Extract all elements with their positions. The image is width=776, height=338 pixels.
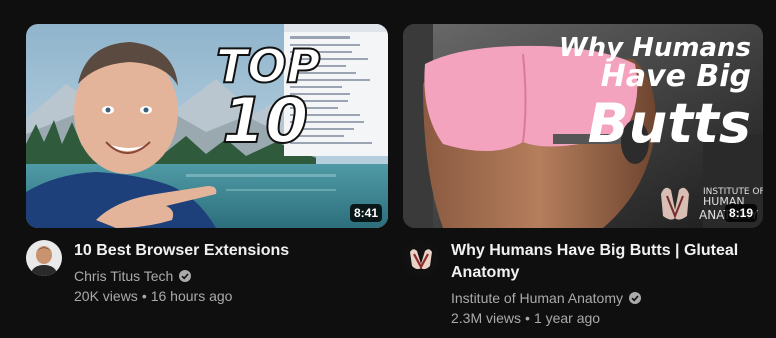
thumbnail-image: TOP 10 — [26, 24, 388, 228]
thumbnail-line-3: Butts — [588, 92, 751, 155]
channel-avatar[interactable] — [403, 240, 439, 276]
video-grid: TOP 10 8:41 10 Best Browser Extensions C… — [0, 0, 776, 338]
check-circle-icon — [178, 269, 192, 283]
video-stats: 2.3M views • 1 year ago — [451, 308, 763, 328]
view-count: 2.3M views — [451, 310, 522, 326]
avatar-image — [403, 240, 439, 276]
thumbnail-line-2: Have Big — [601, 59, 751, 94]
separator-dot: • — [141, 288, 147, 304]
video-title[interactable]: 10 Best Browser Extensions — [74, 240, 388, 262]
video-text: 10 Best Browser Extensions Chris Titus T… — [74, 240, 388, 306]
thumbnail-ten-text: 10 — [222, 84, 308, 157]
separator-dot: • — [525, 310, 530, 326]
video-stats: 20K views • 16 hours ago — [74, 286, 388, 306]
view-count: 20K views — [74, 288, 138, 304]
upload-age: 1 year ago — [533, 310, 601, 326]
video-title[interactable]: Why Humans Have Big Butts | Gluteal Anat… — [451, 240, 763, 284]
channel-row: Chris Titus Tech — [74, 266, 388, 286]
video-meta: Why Humans Have Big Butts | Gluteal Anat… — [403, 240, 763, 328]
channel-avatar[interactable] — [26, 240, 62, 276]
video-duration: 8:19 — [724, 204, 757, 222]
avatar-image — [26, 240, 62, 276]
video-text: Why Humans Have Big Butts | Gluteal Anat… — [451, 240, 763, 328]
channel-row: Institute of Human Anatomy — [451, 288, 763, 308]
video-thumbnail[interactable]: Why Humans Have Big Butts INSTITUTE OF H… — [403, 24, 763, 228]
video-thumbnail[interactable]: TOP 10 8:41 — [26, 24, 388, 228]
video-card: TOP 10 8:41 10 Best Browser Extensions C… — [26, 24, 388, 306]
video-card: Why Humans Have Big Butts INSTITUTE OF H… — [403, 24, 763, 328]
thumbnail-image: Why Humans Have Big Butts INSTITUTE OF H… — [403, 24, 763, 228]
channel-name[interactable]: Chris Titus Tech — [74, 266, 173, 286]
channel-name[interactable]: Institute of Human Anatomy — [451, 288, 623, 308]
video-duration: 8:41 — [349, 204, 382, 222]
video-meta: 10 Best Browser Extensions Chris Titus T… — [26, 240, 388, 306]
upload-age: 16 hours ago — [150, 288, 233, 304]
check-circle-icon — [628, 291, 642, 305]
